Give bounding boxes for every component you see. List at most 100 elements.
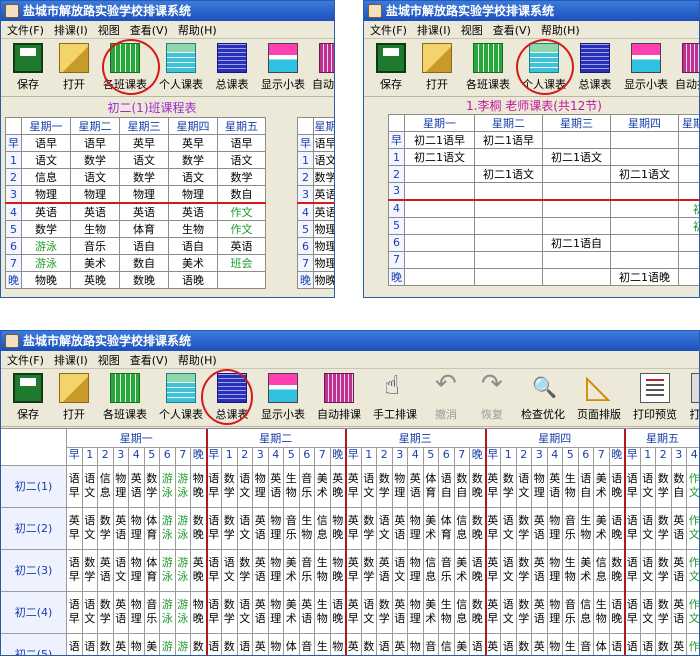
lesson-cell[interactable]: 语文 [501, 634, 517, 655]
menu-file[interactable]: 文件(F) [5, 352, 52, 368]
lesson-cell[interactable]: 数学 [98, 634, 114, 655]
lesson-cell[interactable]: 英语 [392, 592, 408, 634]
lesson-cell[interactable]: 物理 [129, 508, 145, 550]
lesson-cell[interactable]: 数晚 [609, 550, 625, 592]
lesson-cell[interactable]: 英语 [671, 592, 687, 634]
lesson-cell[interactable]: 生物 [563, 634, 579, 655]
lesson-cell[interactable]: 作文 [217, 202, 266, 221]
menu-help[interactable]: 帮助(H) [176, 22, 225, 38]
lesson-cell[interactable]: 数学 [377, 592, 393, 634]
lesson-cell[interactable]: 信息 [454, 592, 470, 634]
personal-timetable-button[interactable]: 个人课表 [153, 369, 209, 422]
lesson-cell[interactable] [678, 131, 699, 149]
lesson-cell[interactable]: 数晚 [191, 634, 207, 655]
lesson-cell[interactable] [474, 199, 543, 218]
lesson-cell[interactable]: 体育 [439, 508, 455, 550]
lesson-cell[interactable]: 游泳 [175, 508, 191, 550]
lesson-cell[interactable] [404, 182, 475, 201]
lesson-cell[interactable]: 物晚 [331, 634, 346, 655]
auto-schedule-button[interactable]: 自动排课 [311, 369, 367, 422]
lesson-cell[interactable]: 物晚 [21, 271, 71, 289]
class-row-label[interactable]: 初二(5) [1, 634, 67, 655]
lesson-cell[interactable] [678, 233, 699, 252]
open-button[interactable]: 打开 [51, 39, 97, 92]
lesson-cell[interactable]: 英语 [268, 466, 284, 508]
lesson-cell[interactable]: 语文 [641, 634, 656, 655]
lesson-cell[interactable]: 作文 [217, 220, 266, 238]
menu-file[interactable]: 文件(F) [368, 22, 415, 38]
lesson-cell[interactable]: 语晚 [609, 508, 625, 550]
lesson-cell[interactable]: 语晚 [470, 550, 486, 592]
lesson-cell[interactable]: 英语 [113, 508, 129, 550]
lesson-cell[interactable]: 物理 [313, 237, 334, 255]
lesson-cell[interactable]: 英早 [346, 592, 362, 634]
lesson-cell[interactable]: 语文 [82, 592, 98, 634]
lesson-cell[interactable]: 数学 [656, 634, 672, 655]
page-layout-button[interactable]: 页面排版 [571, 367, 627, 422]
save-button[interactable]: 保存 [5, 39, 51, 92]
redo-button[interactable]: 恢复 [469, 369, 515, 422]
total-timetable-button[interactable]: 总课表 [209, 39, 255, 92]
menu-help[interactable]: 帮助(H) [539, 22, 588, 38]
lesson-cell[interactable] [404, 233, 475, 252]
lesson-cell[interactable]: 语早 [625, 508, 641, 550]
lesson-cell[interactable]: 美术 [423, 508, 439, 550]
lesson-cell[interactable]: 语文 [119, 151, 169, 169]
menu-look[interactable]: 查看(V) [128, 22, 176, 38]
lesson-cell[interactable]: 英早 [346, 634, 362, 655]
lesson-cell[interactable] [610, 216, 679, 235]
lesson-cell[interactable]: 数学 [217, 168, 266, 186]
lesson-cell[interactable]: 生物 [315, 592, 331, 634]
lesson-cell[interactable]: 初二1语早 [404, 131, 475, 149]
lesson-cell[interactable]: 语晚 [609, 592, 625, 634]
lesson-cell[interactable]: 语文 [113, 550, 129, 592]
lesson-cell[interactable]: 体育 [144, 508, 160, 550]
lesson-cell[interactable]: 英语 [217, 237, 266, 255]
lesson-cell[interactable]: 体育 [284, 634, 300, 655]
lesson-cell[interactable]: 物理 [548, 634, 563, 655]
lesson-cell[interactable]: 数学 [222, 634, 238, 655]
lesson-cell[interactable]: 数学 [517, 634, 532, 655]
save-button[interactable]: 保存 [5, 369, 51, 422]
lesson-cell[interactable]: 物理 [532, 466, 548, 508]
lesson-cell[interactable] [678, 267, 699, 286]
lesson-cell[interactable]: 语自 [168, 237, 218, 255]
lesson-cell[interactable]: 音乐 [563, 592, 579, 634]
lesson-cell[interactable]: 英语 [313, 185, 334, 204]
lesson-cell[interactable] [404, 216, 475, 235]
lesson-cell[interactable]: 语文 [501, 550, 517, 592]
class-timetable-button[interactable]: 各班课表 [97, 369, 153, 422]
lesson-cell[interactable]: 英语 [114, 634, 129, 655]
lesson-cell[interactable]: 语晚 [470, 634, 486, 655]
lesson-cell[interactable]: 语文 [70, 168, 120, 186]
lesson-cell[interactable]: 英语 [377, 550, 393, 592]
auto-schedule-button[interactable]: 自动排课 [674, 39, 699, 92]
lesson-cell[interactable] [404, 165, 475, 183]
lesson-cell[interactable] [217, 271, 266, 289]
lesson-cell[interactable]: 物理 [547, 592, 563, 634]
lesson-cell[interactable]: 语早 [67, 634, 83, 655]
lesson-cell[interactable]: 生物 [578, 508, 594, 550]
lesson-cell[interactable] [542, 216, 611, 235]
lesson-cell[interactable]: 生物 [168, 220, 218, 238]
lesson-cell[interactable]: 数学 [222, 592, 238, 634]
lesson-cell[interactable]: 作文 [687, 466, 699, 508]
lesson-cell[interactable]: 数自 [671, 466, 687, 508]
lesson-cell[interactable]: 英晚 [70, 271, 120, 289]
lesson-cell[interactable]: 游泳 [160, 466, 176, 508]
lesson-cell[interactable]: 游泳 [175, 550, 191, 592]
lesson-cell[interactable]: 语早 [67, 466, 83, 508]
lesson-cell[interactable]: 数学 [144, 466, 160, 508]
lesson-cell[interactable]: 英早 [168, 134, 218, 152]
lesson-cell[interactable]: 音乐 [579, 634, 594, 655]
lesson-cell[interactable] [542, 267, 611, 286]
lesson-cell[interactable]: 数学 [21, 220, 71, 238]
lesson-cell[interactable]: 美术 [455, 634, 470, 655]
lesson-cell[interactable]: 物理 [269, 634, 284, 655]
lesson-cell[interactable]: 物理 [408, 634, 424, 655]
lesson-cell[interactable]: 生物 [594, 592, 610, 634]
lesson-cell[interactable]: 语早 [206, 592, 222, 634]
lesson-cell[interactable]: 数学 [516, 508, 532, 550]
lesson-cell[interactable] [610, 233, 679, 252]
lesson-cell[interactable]: 初二1语文 [474, 165, 543, 183]
